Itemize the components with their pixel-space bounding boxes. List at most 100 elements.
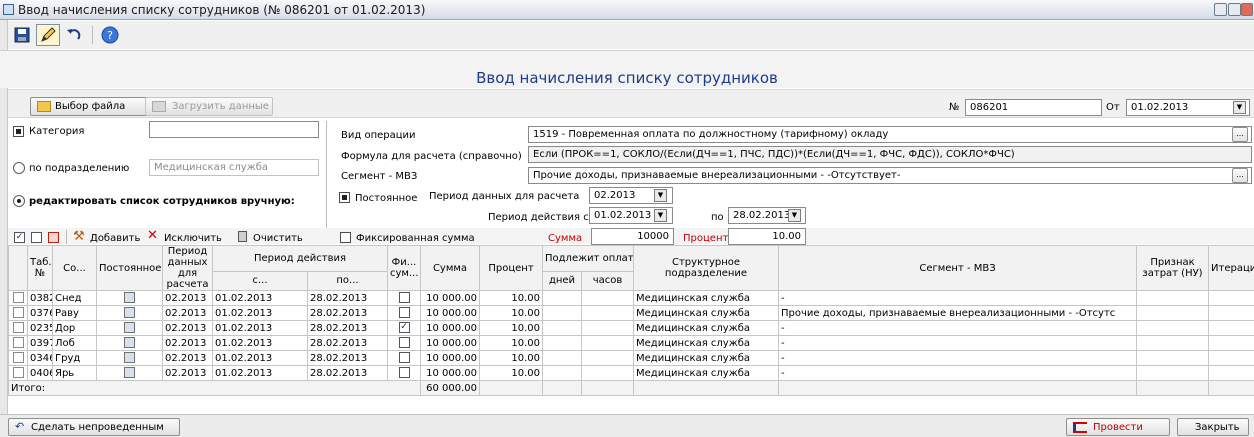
cell-sum[interactable]: 10 000.00 bbox=[420, 365, 480, 381]
segment-picker-button[interactable]: ... bbox=[1232, 168, 1248, 183]
cell-tab[interactable]: 0397 bbox=[27, 335, 53, 351]
table-row[interactable]: 0382Снед 02.201301.02.201328.02.2013 10 00… bbox=[8, 290, 1254, 306]
cell-cost[interactable] bbox=[1136, 365, 1210, 381]
data-period-dropdown-icon[interactable]: ▼ bbox=[654, 189, 667, 202]
cell-permanent[interactable] bbox=[96, 290, 163, 306]
permanent-indicator-icon[interactable] bbox=[124, 307, 135, 319]
col-permanent[interactable]: Постоянное bbox=[96, 245, 163, 291]
cell-dept[interactable]: Медицинская служба bbox=[633, 305, 780, 321]
cell-iteration[interactable] bbox=[1208, 305, 1254, 321]
cell-cost[interactable] bbox=[1136, 350, 1210, 366]
cell-fixed[interactable] bbox=[387, 350, 421, 366]
operation-type-field[interactable]: 1519 - Повременная оплата по должностном… bbox=[528, 126, 1252, 143]
col-segment[interactable]: Сегмент - МВЗ bbox=[778, 245, 1138, 291]
row-select-checkbox[interactable] bbox=[12, 367, 24, 379]
cell-to[interactable]: 28.02.2013 bbox=[307, 335, 388, 351]
by-department-radio[interactable] bbox=[13, 162, 25, 174]
cell-from[interactable]: 01.02.2013 bbox=[212, 350, 308, 366]
cell-data-period[interactable]: 02.2013 bbox=[162, 335, 213, 351]
row-select-checkbox[interactable] bbox=[12, 337, 24, 349]
row-selector[interactable] bbox=[8, 365, 28, 381]
cell-fixed[interactable]: ✓ bbox=[387, 320, 421, 336]
cell-dept[interactable]: Медицинская служба bbox=[633, 335, 780, 351]
cell-data-period[interactable]: 02.2013 bbox=[162, 350, 213, 366]
cell-hours[interactable] bbox=[580, 290, 635, 306]
cell-hours[interactable] bbox=[580, 350, 635, 366]
cell-days[interactable] bbox=[542, 320, 582, 336]
cell-percent[interactable]: 10.00 bbox=[479, 305, 543, 321]
col-tab[interactable]: Таб. № bbox=[27, 245, 53, 291]
cell-percent[interactable]: 10.00 bbox=[479, 365, 543, 381]
cell-to[interactable]: 28.02.2013 bbox=[307, 350, 388, 366]
action-from-dropdown-icon[interactable]: ▼ bbox=[654, 209, 667, 222]
cell-cost[interactable] bbox=[1136, 305, 1210, 321]
col-sum[interactable]: Сумма bbox=[420, 245, 480, 291]
cell-fixed[interactable] bbox=[387, 335, 421, 351]
cell-hours[interactable] bbox=[580, 320, 635, 336]
cell-from[interactable]: 01.02.2013 bbox=[212, 365, 308, 381]
cell-sum[interactable]: 10 000.00 bbox=[420, 350, 480, 366]
invert-selection-icon[interactable] bbox=[48, 232, 59, 243]
percent-field[interactable]: 10.00 bbox=[728, 228, 806, 245]
cell-days[interactable] bbox=[542, 350, 582, 366]
permanent-indicator-icon[interactable] bbox=[124, 292, 135, 304]
cell-permanent[interactable] bbox=[96, 320, 163, 336]
cell-data-period[interactable]: 02.2013 bbox=[162, 305, 213, 321]
cell-percent[interactable]: 10.00 bbox=[479, 290, 543, 306]
row-select-checkbox[interactable] bbox=[12, 352, 24, 364]
permanent-checkbox[interactable] bbox=[339, 192, 350, 203]
cell-to[interactable]: 28.02.2013 bbox=[307, 290, 388, 306]
cell-iteration[interactable] bbox=[1208, 365, 1254, 381]
cell-dept[interactable]: Медицинская служба bbox=[633, 320, 780, 336]
close-window-button[interactable] bbox=[1241, 3, 1253, 16]
cell-sum[interactable]: 10 000.00 bbox=[420, 335, 480, 351]
cell-iteration[interactable] bbox=[1208, 350, 1254, 366]
row-selector[interactable] bbox=[8, 290, 28, 306]
cell-permanent[interactable] bbox=[96, 350, 163, 366]
cell-tab[interactable]: 0382 bbox=[27, 290, 53, 306]
close-button[interactable]: Закрыть bbox=[1177, 418, 1249, 436]
table-row[interactable]: 0397Лоб 02.201301.02.201328.02.2013 10 000… bbox=[8, 335, 1254, 351]
load-data-button[interactable]: Загрузить данные bbox=[145, 97, 273, 116]
cell-days[interactable] bbox=[542, 305, 582, 321]
cell-segment[interactable]: - bbox=[778, 365, 1138, 381]
col-hours[interactable]: часов bbox=[580, 270, 635, 292]
cell-cost[interactable] bbox=[1136, 320, 1210, 336]
cell-fixed[interactable] bbox=[387, 305, 421, 321]
cell-from[interactable]: 01.02.2013 bbox=[212, 335, 308, 351]
fixed-sum-row-checkbox[interactable] bbox=[398, 337, 410, 349]
permanent-indicator-icon[interactable] bbox=[124, 352, 135, 364]
cell-to[interactable]: 28.02.2013 bbox=[307, 320, 388, 336]
cell-co[interactable]: Лоб bbox=[52, 335, 97, 351]
deselect-all-icon[interactable] bbox=[31, 232, 42, 243]
row-select-checkbox[interactable] bbox=[12, 292, 24, 304]
choose-file-button[interactable]: Выбор файла bbox=[30, 97, 159, 116]
select-all-icon[interactable]: ✓ bbox=[14, 232, 25, 243]
manual-edit-radio[interactable] bbox=[13, 195, 25, 207]
permanent-indicator-icon[interactable] bbox=[124, 367, 135, 379]
exclude-button[interactable]: Исключить bbox=[164, 233, 222, 244]
permanent-indicator-icon[interactable] bbox=[124, 337, 135, 349]
table-row[interactable]: 0406Ярь 02.201301.02.201328.02.2013 10 000… bbox=[8, 365, 1254, 381]
col-days[interactable]: дней bbox=[542, 270, 582, 292]
col-cost[interactable]: Признак затрат (НУ) bbox=[1136, 245, 1210, 291]
cell-hours[interactable] bbox=[580, 335, 635, 351]
fixed-sum-row-checkbox[interactable] bbox=[398, 292, 410, 304]
fixed-sum-row-checkbox[interactable] bbox=[398, 352, 410, 364]
cell-percent[interactable]: 10.00 bbox=[479, 350, 543, 366]
row-selector[interactable] bbox=[8, 350, 28, 366]
table-row[interactable]: 0376Раву 02.201301.02.201328.02.2013 10 00… bbox=[8, 305, 1254, 321]
cell-tab[interactable]: 0406 bbox=[27, 365, 53, 381]
col-co[interactable]: Со... bbox=[52, 245, 97, 291]
maximize-button[interactable] bbox=[1228, 3, 1241, 16]
cell-data-period[interactable]: 02.2013 bbox=[162, 290, 213, 306]
cell-segment[interactable]: - bbox=[778, 335, 1138, 351]
col-fixed[interactable]: Фи... сум... bbox=[387, 245, 421, 291]
cell-segment[interactable]: - bbox=[778, 290, 1138, 306]
cell-fixed[interactable] bbox=[387, 290, 421, 306]
col-iteration[interactable]: Итерация bbox=[1208, 245, 1254, 291]
cell-co[interactable]: Снед bbox=[52, 290, 97, 306]
row-selector[interactable] bbox=[8, 320, 28, 336]
doc-date-field[interactable]: 01.02.2013 bbox=[1126, 99, 1250, 116]
doc-date-dropdown-icon[interactable]: ▼ bbox=[1233, 101, 1246, 114]
